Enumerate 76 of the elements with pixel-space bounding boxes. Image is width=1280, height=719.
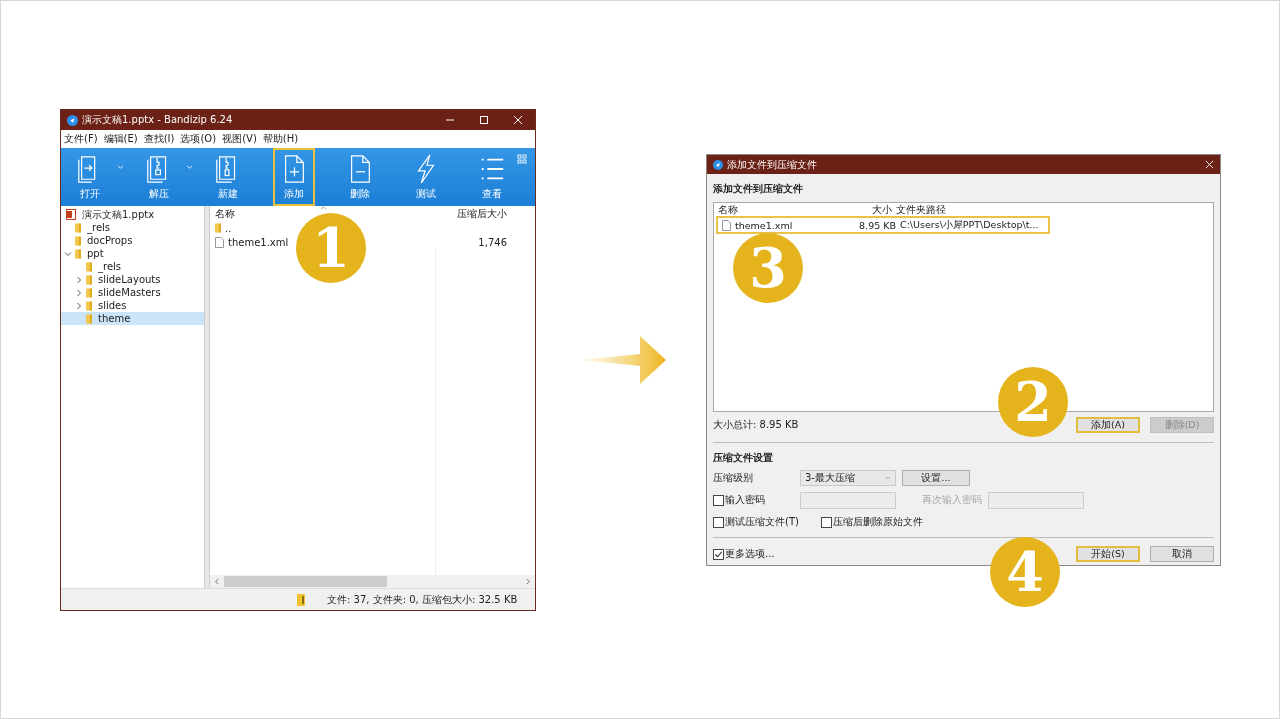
toolbar-button[interactable]: 测试 — [404, 148, 447, 206]
tree-item[interactable]: slides — [61, 299, 204, 312]
total-size: 大小总计: 8.95 KB — [713, 418, 799, 432]
file-icon — [722, 219, 731, 231]
file-icon — [215, 236, 224, 248]
menu-item[interactable]: 选项(O) — [180, 132, 217, 146]
folder-icon — [86, 287, 92, 298]
tree-item[interactable]: 演示文稿1.pptx — [61, 208, 204, 221]
checkbox[interactable] — [713, 516, 724, 528]
window-title: 演示文稿1.pptx - Bandizip 6.24 — [82, 113, 233, 127]
folder-icon — [86, 261, 92, 272]
level-dropdown[interactable]: 3-最大压缩 — [800, 470, 896, 486]
tree-item[interactable]: slideMasters — [61, 286, 204, 299]
checkbox[interactable] — [713, 548, 724, 560]
caret-icon — [885, 476, 891, 480]
window-title: 添加文件到压缩文件 — [727, 157, 817, 172]
horizontal-scrollbar[interactable] — [210, 575, 535, 588]
checkbox-label: 更多选项... — [725, 547, 775, 561]
column-header[interactable]: 大小 — [850, 202, 892, 217]
column-header[interactable]: 文件夹路径 — [892, 202, 1036, 217]
folder-icon — [75, 248, 81, 259]
tree-item[interactable]: theme — [61, 312, 204, 325]
menu-item[interactable]: 编辑(E) — [103, 132, 138, 146]
checkbox[interactable] — [713, 494, 724, 506]
dialog-button[interactable]: 取消 — [1150, 546, 1214, 562]
sort-icon[interactable] — [320, 206, 327, 210]
menu-item[interactable]: 视图(V) — [222, 132, 257, 146]
file-row[interactable]: theme1.xml 8.95 KB C:\Users\小犀PPT\Desktop\t... — [716, 216, 1050, 234]
checkbox-label: 测试压缩文件(T) — [725, 515, 799, 529]
presentation-file-icon — [66, 209, 76, 220]
maximize-icon[interactable] — [479, 115, 489, 125]
toolbar-button[interactable]: 查看 — [471, 148, 513, 206]
folder-icon — [215, 223, 221, 233]
menu-item[interactable]: 帮助(H) — [262, 132, 299, 146]
field-label: 再次输入密码 — [922, 493, 982, 507]
scroll-right-icon[interactable] — [526, 578, 531, 585]
chevron-icon[interactable] — [63, 249, 72, 258]
layout-icon[interactable] — [517, 154, 527, 164]
caret-icon[interactable] — [117, 165, 124, 170]
folder-icon — [86, 313, 92, 324]
tree-item[interactable]: _rels — [61, 260, 204, 273]
folder-icon — [75, 222, 81, 233]
dialog-button[interactable]: 添加(A) — [1076, 417, 1140, 433]
tree-item[interactable]: slideLayouts — [61, 273, 204, 286]
caret-icon[interactable] — [185, 165, 193, 170]
scroll-left-icon[interactable] — [214, 578, 219, 585]
close-icon[interactable] — [1205, 160, 1214, 169]
app-icon — [713, 159, 723, 170]
app-icon — [67, 114, 78, 126]
toolbar-button[interactable]: 添加 — [272, 148, 315, 206]
settings-button[interactable]: 设置... — [902, 470, 970, 486]
archive-icon — [297, 593, 305, 606]
folder-icon — [86, 300, 92, 311]
tree-item[interactable]: ppt — [61, 247, 204, 260]
toolbar-button[interactable]: 删除 — [338, 148, 381, 206]
section-heading: 压缩文件设置 — [713, 450, 774, 465]
tree-item[interactable]: _rels — [61, 221, 204, 234]
column-header[interactable]: 名称 — [215, 206, 235, 221]
toolbar-button[interactable]: 新建 — [206, 148, 249, 206]
section-heading: 添加文件到压缩文件 — [713, 181, 804, 196]
tree-item[interactable]: docProps — [61, 234, 204, 247]
field-label: 压缩级别 — [713, 471, 754, 485]
dialog-button[interactable]: 开始(S) — [1076, 546, 1140, 562]
folder-icon — [75, 235, 81, 246]
column-header[interactable]: 名称 — [714, 202, 850, 217]
checkbox-label: 压缩后删除原始文件 — [832, 515, 923, 529]
checkbox[interactable] — [820, 516, 832, 528]
status-text: 文件: 37, 文件夹: 0, 压缩包大小: 32.5 KB — [327, 592, 518, 607]
toolbar-button[interactable]: 解压 — [137, 148, 199, 206]
menu-item[interactable]: 文件(F) — [64, 132, 98, 146]
toolbar-button[interactable]: 打开 — [69, 148, 130, 206]
menu-item[interactable]: 查找(I) — [143, 132, 175, 146]
column-header[interactable]: 压缩后大小 — [457, 206, 507, 221]
close-icon[interactable] — [513, 115, 523, 125]
folder-icon — [86, 274, 92, 285]
checkbox-label: 输入密码 — [725, 493, 765, 507]
